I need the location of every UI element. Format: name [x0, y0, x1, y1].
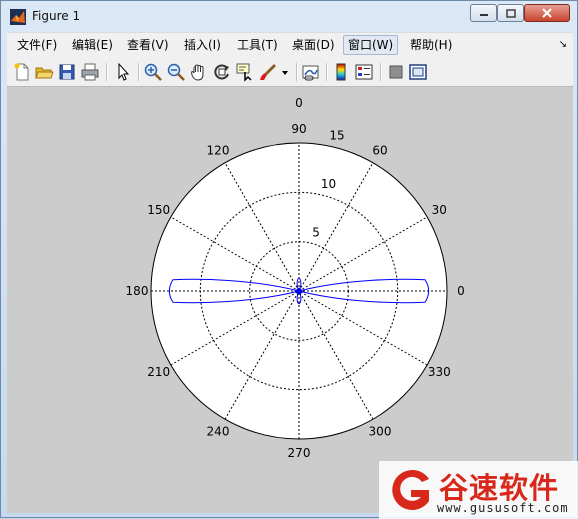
title-bar[interactable]: Figure 1 [1, 1, 577, 31]
legend-icon[interactable] [354, 62, 374, 82]
figure-toolbar [7, 58, 573, 87]
gususoft-logo-icon [392, 470, 429, 510]
menu-view[interactable]: 查看(V) [123, 35, 173, 55]
chart-title: 0 [295, 96, 303, 110]
angle-label-330: 330 [428, 365, 451, 379]
show-plot-tools-icon[interactable] [408, 62, 428, 82]
center-marker [296, 288, 302, 294]
menu-insert[interactable]: 插入(I) [180, 35, 225, 55]
radial-tick-label-15: 15 [329, 128, 344, 142]
menu-edit[interactable]: 编辑(E) [68, 35, 117, 55]
toolbar-separator [380, 63, 382, 81]
toolbar-separator [326, 63, 328, 81]
open-file-icon[interactable] [34, 62, 54, 82]
menu-dock-arrow-icon[interactable]: ↘ [559, 39, 567, 50]
menu-bar: 文件(F) 编辑(E) 查看(V) 插入(I) 工具(T) 桌面(D) 窗口(W… [7, 32, 573, 59]
angle-label-240: 240 [207, 424, 230, 438]
menu-tools[interactable]: 工具(T) [233, 35, 282, 55]
menu-file[interactable]: 文件(F) [13, 35, 61, 55]
new-figure-icon[interactable] [12, 62, 32, 82]
dropdown-arrow-icon[interactable] [280, 62, 290, 82]
zoom-in-icon[interactable] [143, 62, 163, 82]
zoom-out-icon[interactable] [166, 62, 186, 82]
link-plot-icon[interactable] [301, 62, 321, 82]
minimize-button[interactable] [470, 4, 497, 22]
watermark-url: www.gususoft.com [437, 501, 569, 515]
angle-label-90: 90 [291, 122, 306, 136]
menu-desktop[interactable]: 桌面(D) [288, 35, 339, 55]
brush-icon[interactable] [258, 62, 278, 82]
colorbar-icon[interactable] [332, 62, 352, 82]
data-cursor-icon[interactable] [235, 62, 255, 82]
hide-plot-tools-icon[interactable] [386, 62, 406, 82]
print-icon[interactable] [80, 62, 100, 82]
maximize-icon [505, 8, 516, 18]
close-icon [542, 8, 552, 18]
angle-label-120: 120 [207, 144, 230, 158]
menu-window[interactable]: 窗口(W) [343, 35, 399, 55]
menu-help[interactable]: 帮助(H) [406, 35, 456, 55]
figure-canvas[interactable]: 5 10 15 0 30 60 90 120 150 180 210 240 270 300 330 0 [7, 87, 573, 513]
save-icon[interactable] [57, 62, 77, 82]
toolbar-separator [106, 63, 108, 81]
angle-label-30: 30 [432, 203, 447, 217]
watermark: 谷速软件 www.gususoft.com [379, 461, 578, 519]
angle-label-300: 300 [369, 424, 392, 438]
matlab-logo-icon [10, 9, 26, 25]
toolbar-separator [296, 63, 298, 81]
angle-label-60: 60 [372, 144, 387, 158]
angle-label-180: 180 [126, 284, 149, 298]
pan-icon[interactable] [189, 62, 209, 82]
pointer-icon[interactable] [113, 62, 133, 82]
minimize-icon [479, 14, 488, 16]
radial-tick-label-5: 5 [312, 225, 320, 239]
angle-label-150: 150 [147, 203, 170, 217]
rotate-3d-icon[interactable] [212, 62, 232, 82]
maximize-button[interactable] [497, 4, 524, 22]
polar-plot[interactable]: 5 10 15 0 30 60 90 120 150 180 210 240 270 300 330 0 [7, 87, 573, 513]
angle-label-210: 210 [147, 365, 170, 379]
angle-label-0: 0 [457, 284, 465, 298]
toolbar-separator [138, 63, 140, 81]
angle-label-270: 270 [288, 446, 311, 460]
close-button[interactable] [524, 4, 570, 22]
window-title: Figure 1 [32, 9, 81, 23]
radial-tick-label-10: 10 [321, 177, 336, 191]
figure-window: Figure 1 文件(F) 编辑(E) 查看(V) 插入(I) 工具(T) 桌… [0, 0, 578, 519]
